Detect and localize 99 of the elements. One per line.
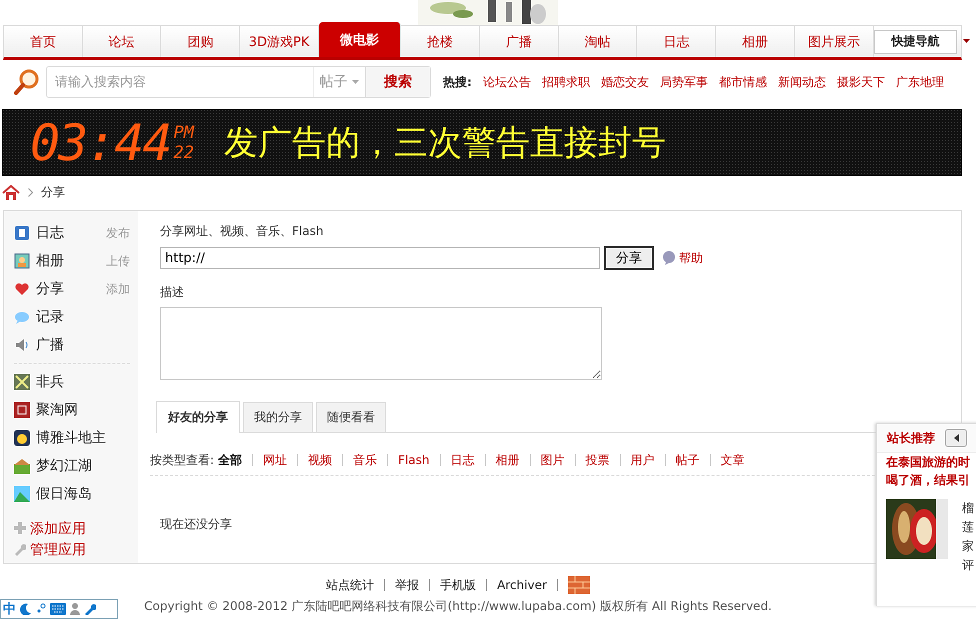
hot-link[interactable]: 摄影天下 — [836, 74, 885, 90]
sidebar-link[interactable]: 记录 — [36, 308, 64, 326]
tab[interactable]: 随便看看 — [316, 402, 386, 432]
description-field[interactable] — [160, 307, 602, 380]
caret-icon — [352, 80, 359, 84]
punctuation-icon — [36, 603, 46, 615]
home-icon — [2, 184, 20, 200]
speech-bubble-icon — [14, 309, 30, 325]
keyboard-icon — [50, 603, 66, 615]
clock-ampm: PM — [174, 122, 194, 142]
copyright: Copyright © 2008-2012 广东陆吧吧网络科技有限公司(http://www.lupaba.com) 版权所有 All Rights Reserved. — [144, 598, 772, 615]
nav-tab[interactable]: 抢楼 — [401, 26, 480, 57]
question-icon — [662, 251, 676, 265]
sidebar-link[interactable]: 聚淘网 — [36, 401, 78, 419]
sidebar-link[interactable]: 分享 — [36, 280, 64, 298]
nav-tab[interactable]: 微电影 — [318, 22, 402, 57]
nav-tab[interactable]: 淘帖 — [558, 26, 638, 57]
moon-icon — [20, 603, 32, 615]
plus-icon — [14, 522, 26, 535]
panel-title: 站长推荐 — [887, 430, 935, 446]
headline-link[interactable]: 喝了酒，结果引 — [877, 471, 976, 489]
sidebar-link[interactable]: 日志 — [36, 224, 64, 242]
filter-link[interactable]: 帖子 — [676, 452, 700, 468]
nav-tab[interactable]: 日志 — [637, 26, 716, 57]
filter-link[interactable]: 文章 — [720, 452, 744, 468]
filter-link[interactable]: Flash — [398, 453, 430, 467]
footer-link[interactable]: 举报 — [395, 576, 420, 594]
previous-button[interactable] — [945, 429, 967, 447]
empty-message: 现在还没分享 — [160, 516, 233, 533]
field-label: 分享网址、视频、音乐、Flash — [160, 223, 324, 240]
help-link[interactable]: 帮助 — [662, 250, 703, 266]
sidebar-link[interactable]: 非兵 — [36, 373, 64, 391]
search-icon — [14, 69, 40, 95]
hot-link[interactable]: 招聘求职 — [542, 74, 590, 90]
nav-tab[interactable]: 团购 — [161, 26, 240, 57]
square-logo-icon — [14, 402, 30, 418]
hot-link[interactable]: 都市情感 — [718, 74, 767, 90]
filter-link[interactable]: 视频 — [308, 452, 332, 468]
chevron-right-icon — [28, 188, 33, 196]
caret-left-icon — [954, 434, 958, 442]
nav-tab[interactable]: 广播 — [480, 26, 559, 57]
filter-link[interactable]: 投票 — [586, 452, 610, 468]
caret-icon — [963, 38, 970, 42]
speaker-icon — [14, 337, 30, 353]
tab[interactable]: 好友的分享 — [156, 401, 240, 433]
island-icon — [14, 486, 30, 502]
hot-link[interactable]: 局势军事 — [660, 74, 708, 90]
sidebar-link[interactable]: 管理应用 — [30, 540, 86, 558]
filter-link[interactable]: 日志 — [450, 452, 474, 468]
sidebar-link[interactable]: 假日海岛 — [36, 485, 92, 503]
filter-link[interactable]: 相册 — [496, 452, 520, 468]
excerpt-text: 评 — [962, 557, 974, 574]
hearts-icon — [14, 281, 30, 297]
clock-time: 03:44 — [30, 114, 171, 172]
house-icon — [14, 458, 30, 474]
share-button[interactable]: 分享 — [604, 246, 654, 270]
photo-icon — [14, 253, 30, 269]
headline-link[interactable]: 在泰国旅游的时 — [877, 453, 976, 471]
footer-link[interactable]: 手机版 — [440, 576, 476, 594]
footer-link[interactable]: Archiver — [497, 578, 547, 592]
hot-link[interactable]: 论坛公告 — [482, 74, 531, 90]
nav-tab[interactable]: 首页 — [4, 26, 83, 57]
sidebar-link[interactable]: 添加应用 — [30, 520, 86, 538]
notebook-icon — [14, 225, 30, 241]
filter-link[interactable]: 音乐 — [353, 452, 378, 468]
helmet-icon — [14, 430, 30, 446]
crossed-swords-icon — [14, 374, 30, 390]
footer-link[interactable]: 站点统计 — [326, 576, 374, 594]
excerpt-text: 莲 — [962, 519, 974, 536]
filter-link[interactable]: 网址 — [263, 452, 288, 468]
filter-link[interactable]: 图片 — [540, 452, 564, 468]
sidebar-link[interactable]: 广播 — [36, 336, 64, 354]
nav-tab[interactable]: 相册 — [716, 26, 795, 57]
ime-mode[interactable]: 中 — [3, 600, 16, 618]
wrench-icon — [84, 603, 96, 615]
filter-link[interactable]: 全部 — [218, 452, 242, 468]
excerpt-text: 榴 — [962, 500, 974, 517]
clock-seconds: 22 — [174, 142, 194, 162]
user-icon — [70, 603, 80, 615]
search-field[interactable]: 请输入搜索内容 帖子 搜索 — [46, 66, 431, 98]
nav-tab[interactable]: 论坛 — [82, 26, 162, 57]
wrench-icon — [14, 543, 26, 556]
search-button[interactable]: 搜索 — [364, 67, 430, 97]
breadcrumb-item[interactable]: 分享 — [41, 184, 65, 200]
filter-link[interactable]: 用户 — [630, 452, 654, 468]
hot-link[interactable]: 广东地理 — [896, 74, 944, 90]
excerpt-text: 家 — [962, 538, 974, 555]
hot-label: 热搜: — [443, 74, 472, 90]
field-label: 描述 — [160, 284, 185, 301]
url-field[interactable]: http:// — [160, 247, 600, 269]
sidebar-link[interactable]: 相册 — [36, 252, 64, 270]
hot-link[interactable]: 新闻动态 — [778, 74, 826, 90]
tab[interactable]: 我的分享 — [243, 402, 313, 432]
brick-icon — [568, 576, 590, 594]
filter-label: 按类型查看: — [150, 452, 214, 468]
banner-message: 发广告的，三次警告直接封号 — [224, 122, 666, 164]
hot-link[interactable]: 婚恋交友 — [600, 74, 649, 90]
sidebar-link[interactable]: 梦幻江湖 — [36, 457, 92, 475]
sidebar-link[interactable]: 博雅斗地主 — [36, 429, 106, 447]
